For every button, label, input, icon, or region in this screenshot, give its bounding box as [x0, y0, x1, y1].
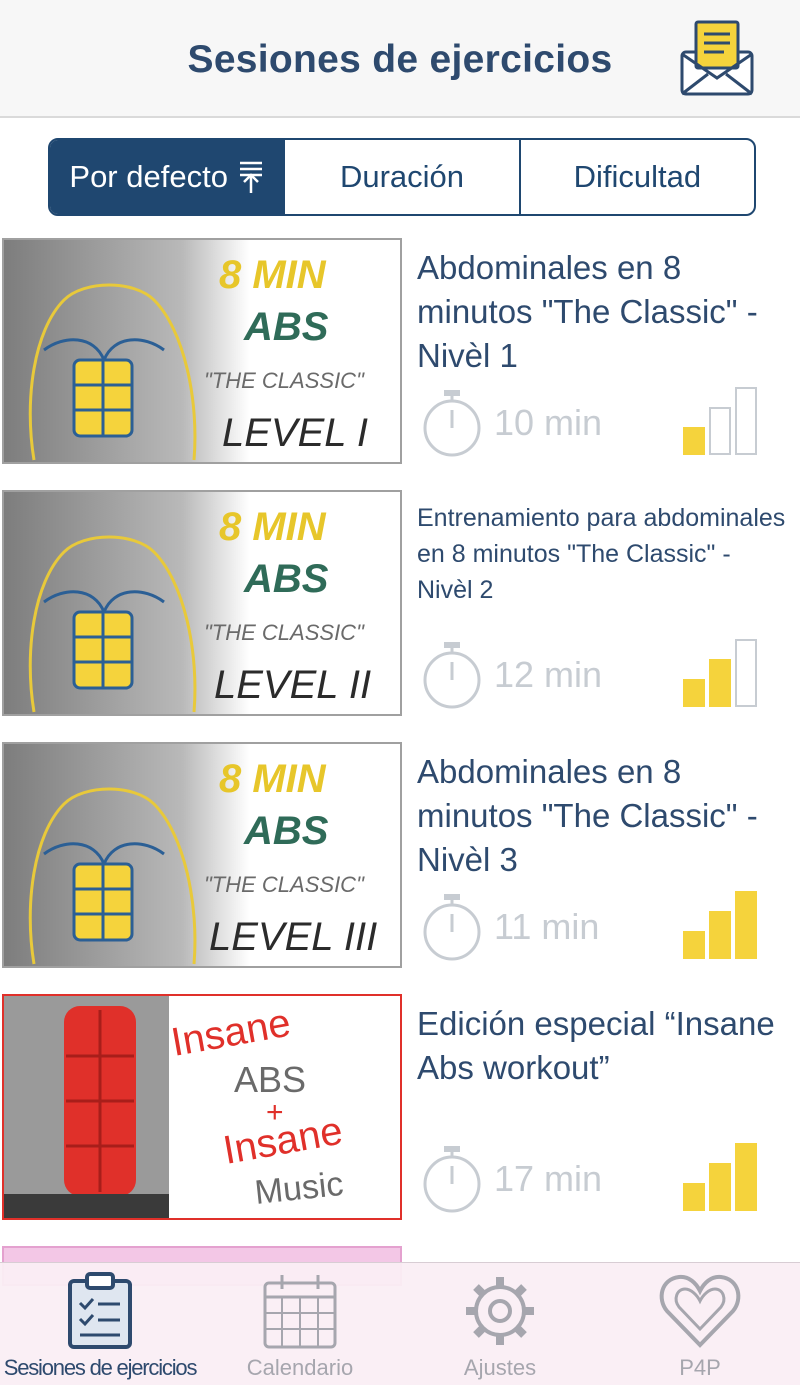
thumbnail-text: "THE CLASSIC"	[204, 368, 365, 393]
clipboard-icon	[68, 1272, 132, 1349]
tab-bar: Sesiones de ejercicios Calendario Ajuste…	[0, 1262, 800, 1385]
thumbnail-text: ABS	[243, 809, 329, 853]
tab-label: P4P	[679, 1355, 721, 1380]
difficulty-bars-icon	[683, 639, 757, 707]
mail-button[interactable]	[676, 18, 758, 100]
thumbnail-text: LEVEL I	[222, 411, 368, 455]
thumbnail-text: 8 MIN	[219, 253, 327, 297]
sort-option-default[interactable]: Por defecto	[50, 140, 284, 214]
stopwatch-icon	[423, 642, 481, 709]
navigation-bar: Sesiones de ejercicios	[0, 0, 800, 118]
difficulty-bars-icon	[683, 1143, 757, 1211]
difficulty-bar	[683, 427, 705, 455]
difficulty-bars-icon	[683, 387, 757, 455]
difficulty-bar	[735, 639, 757, 707]
stopwatch-icon	[423, 390, 481, 457]
workout-row[interactable]: 8 MIN ABS "THE CLASSIC" LEVEL III Abdomi…	[0, 742, 800, 994]
difficulty-bars-icon	[683, 891, 757, 959]
difficulty-bar	[735, 891, 757, 959]
workout-list: 8 MIN ABS "THE CLASSIC" LEVEL I Abdomina…	[0, 238, 800, 1286]
workout-thumbnail: 8 MIN ABS "THE CLASSIC" LEVEL III	[2, 742, 402, 968]
workout-duration: 10 min	[420, 388, 602, 458]
gear-icon	[466, 1277, 534, 1345]
duration-label: 17 min	[494, 1158, 603, 1199]
sort-icon	[238, 159, 264, 195]
workout-thumbnail: 8 MIN ABS "THE CLASSIC" LEVEL II	[2, 490, 402, 716]
sort-segmented-control: Por defecto Duración Dificultad	[48, 138, 756, 216]
duration-label: 11 min	[494, 906, 600, 947]
thumbnail-text: "THE CLASSIC"	[204, 872, 365, 897]
duration-label: 12 min	[494, 654, 603, 695]
workout-row[interactable]: Insane ABS + Insane Music Edición especi…	[0, 994, 800, 1246]
tab-label: Ajustes	[463, 1355, 537, 1380]
difficulty-bar	[709, 407, 731, 455]
thumbnail-text: 8 MIN	[219, 757, 327, 801]
thumbnail-text: "THE CLASSIC"	[204, 620, 365, 645]
heart-icon	[659, 1274, 741, 1348]
tab-settings[interactable]: Ajustes	[400, 1263, 600, 1385]
stopwatch-icon	[423, 894, 481, 961]
thumbnail-text: LEVEL III	[209, 915, 377, 959]
difficulty-bar	[683, 679, 705, 707]
thumbnail-text: LEVEL II	[214, 663, 371, 707]
workout-title: Entrenamiento para abdominales en 8 minu…	[417, 504, 786, 604]
tab-calendar[interactable]: Calendario	[200, 1263, 400, 1385]
workout-thumbnail: 8 MIN ABS "THE CLASSIC" LEVEL I	[2, 238, 402, 464]
workout-row[interactable]: 8 MIN ABS "THE CLASSIC" LEVEL II Entrena…	[0, 490, 800, 742]
workout-duration: 11 min	[420, 892, 599, 962]
tab-sessions[interactable]: Sesiones de ejercicios	[0, 1263, 200, 1385]
difficulty-bar	[709, 1163, 731, 1211]
difficulty-bar	[735, 1143, 757, 1211]
workout-row[interactable]: 8 MIN ABS "THE CLASSIC" LEVEL I Abdomina…	[0, 238, 800, 490]
tab-label: Sesiones de ejercicios	[3, 1355, 198, 1380]
difficulty-bar	[709, 911, 731, 959]
tab-p4p[interactable]: P4P	[600, 1263, 800, 1385]
sort-option-label: Por defecto	[69, 159, 228, 194]
workout-duration: 17 min	[420, 1144, 602, 1214]
calendar-icon	[263, 1275, 337, 1349]
tab-label: Calendario	[246, 1355, 354, 1380]
difficulty-bar	[709, 659, 731, 707]
sort-option-label: Dificultad	[573, 159, 702, 194]
thumbnail-text: ABS	[243, 305, 329, 349]
mail-icon	[680, 20, 754, 96]
difficulty-bar	[735, 387, 757, 455]
stopwatch-icon	[423, 1146, 481, 1213]
thumbnail-text: ABS	[243, 557, 329, 601]
difficulty-bar	[683, 1183, 705, 1211]
workout-thumbnail: Insane ABS + Insane Music	[2, 994, 402, 1220]
difficulty-bar	[683, 931, 705, 959]
sort-option-label: Duración	[339, 159, 465, 194]
duration-label: 10 min	[494, 402, 603, 443]
workout-title: Edición especial “Insane Abs workout”	[417, 1005, 775, 1086]
workout-duration: 12 min	[420, 640, 602, 710]
sort-option-duration[interactable]: Duración	[283, 140, 518, 214]
thumbnail-text: 8 MIN	[219, 505, 327, 549]
workout-title: Abdominales en 8 minutos "The Classic" -…	[417, 249, 758, 374]
workout-title: Abdominales en 8 minutos "The Classic" -…	[417, 753, 758, 878]
thumbnail-text: ABS	[234, 1059, 306, 1100]
sort-option-difficulty[interactable]: Dificultad	[518, 140, 754, 214]
